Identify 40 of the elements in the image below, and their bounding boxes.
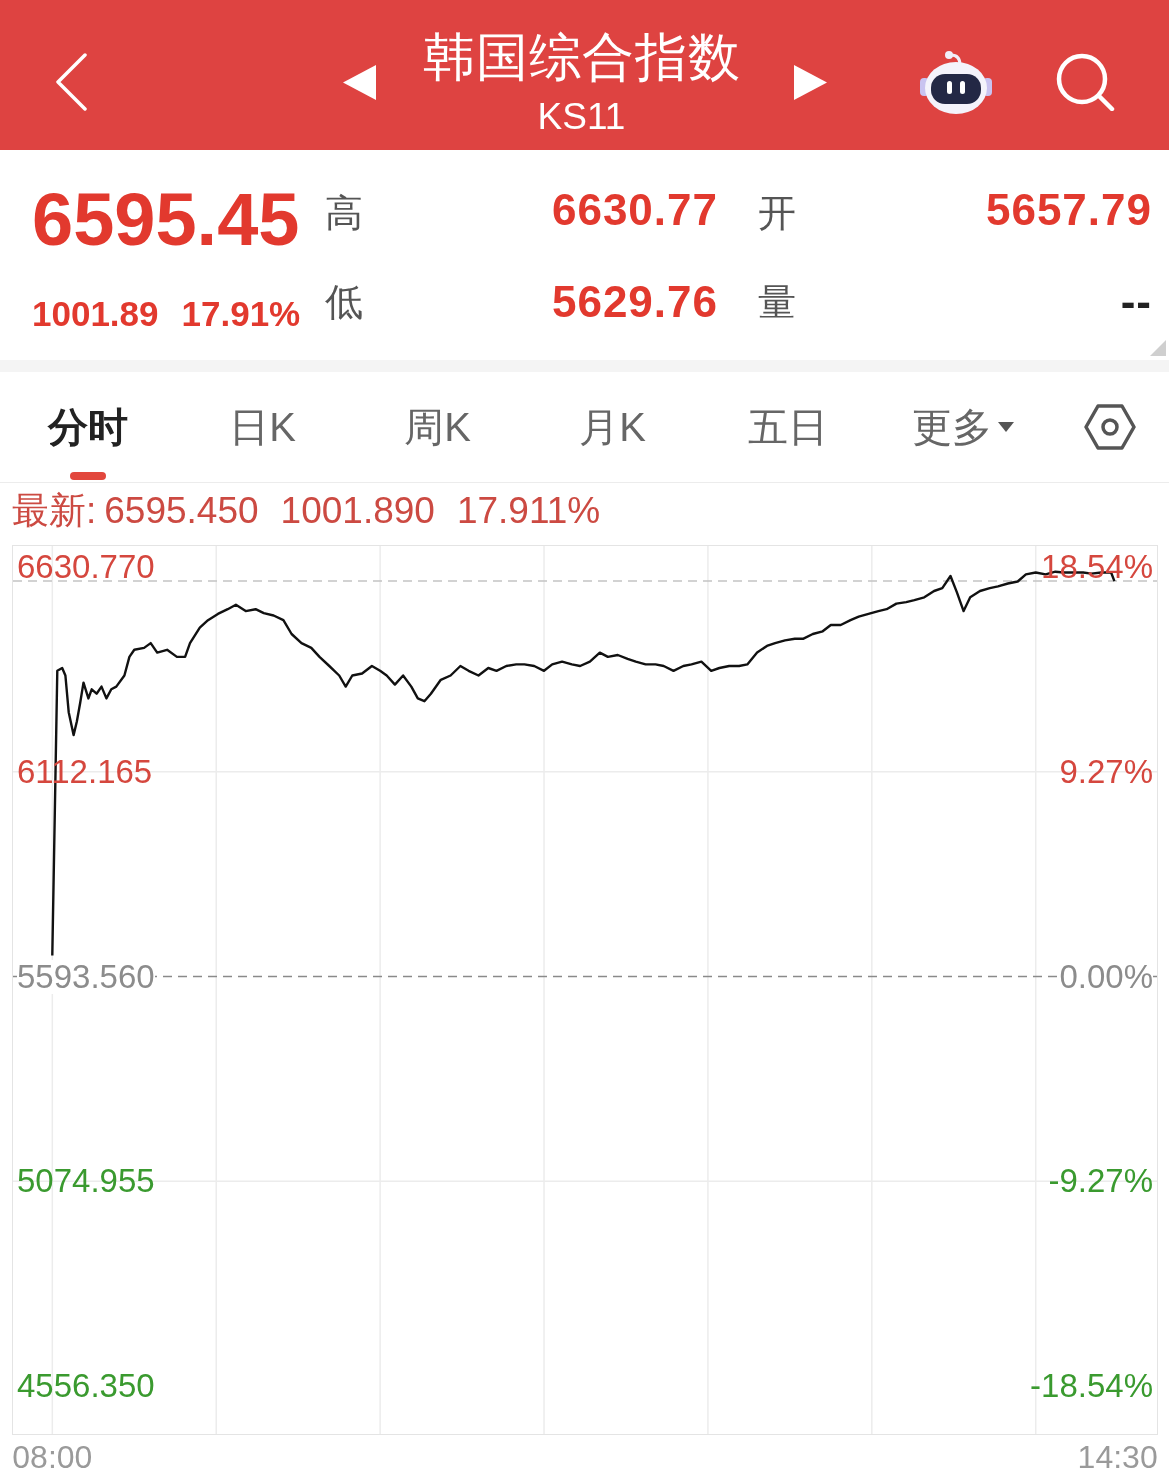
time-axis-label: 08:00: [12, 1438, 93, 1476]
index-title: 韩国综合指数: [422, 27, 741, 88]
price-axis-label: 5074.955: [17, 1164, 155, 1199]
back-icon[interactable]: [55, 53, 87, 111]
percent-axis-label: -18.54%: [1030, 1369, 1153, 1403]
latest-value: 17.911%: [456, 491, 601, 531]
settings-icon[interactable]: [1083, 404, 1136, 450]
next-triangle-icon[interactable]: [793, 64, 827, 100]
index-code: KS11: [537, 96, 626, 138]
robot-icon[interactable]: [919, 48, 993, 116]
price-axis-label: 5593.560: [17, 959, 155, 994]
previous-triangle-icon[interactable]: [342, 64, 376, 100]
latest-value: 6595.450: [104, 491, 259, 531]
stat-label: 开: [758, 191, 796, 235]
time-axis-label: 14:30: [1077, 1438, 1158, 1476]
stat-label: 低: [325, 280, 363, 324]
latest-label: 最新:: [12, 491, 97, 531]
period-tab[interactable]: 日K: [175, 372, 350, 482]
percent-axis-label: 9.27%: [1059, 754, 1153, 789]
stat-value: 5629.76: [551, 277, 718, 327]
period-tab[interactable]: 周K: [350, 372, 525, 482]
price-axis-label: 4556.350: [17, 1369, 155, 1403]
price-change: 1001.89: [32, 294, 159, 334]
period-tab[interactable]: 更多: [875, 372, 1050, 482]
stat-label: 量: [758, 280, 796, 324]
price-axis-label: 6630.770: [17, 550, 155, 584]
selected-underline: [69, 472, 106, 480]
stat-value: 5657.79: [985, 185, 1152, 235]
period-tab[interactable]: 月K: [525, 372, 700, 482]
search-icon[interactable]: [1055, 53, 1115, 111]
percent-change: 17.91%: [181, 294, 301, 334]
period-tab[interactable]: 五日: [700, 372, 875, 482]
stat-label: 高: [325, 191, 363, 235]
period-tab[interactable]: 分时: [0, 372, 175, 482]
latest-value: 1001.890: [280, 491, 435, 531]
caret-down-icon: [997, 422, 1014, 432]
stat-value: 6630.77: [551, 185, 718, 235]
last-price: 6595.45: [32, 180, 300, 260]
stat-value: --: [1120, 277, 1152, 327]
percent-axis-label: -9.27%: [1048, 1164, 1153, 1199]
